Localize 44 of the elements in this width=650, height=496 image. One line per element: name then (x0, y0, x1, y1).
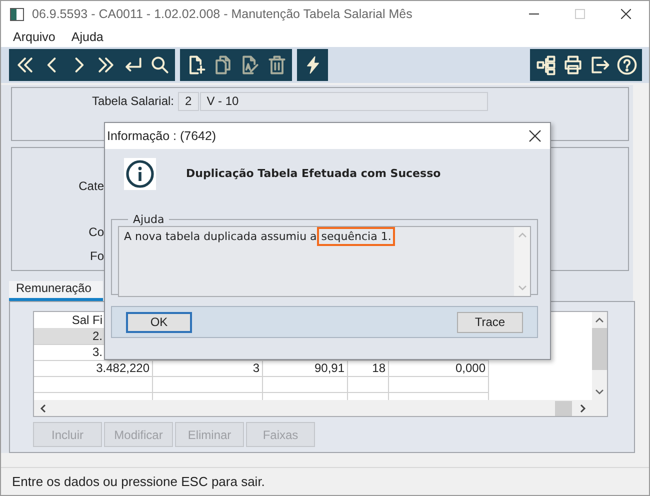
menu-item[interactable]: Arquivo (5, 30, 64, 44)
scrollbar-thumb[interactable] (555, 400, 572, 416)
table-cell: 3. (92, 345, 102, 359)
menu-item[interactable]: Ajuda (63, 30, 112, 44)
tab[interactable]: Remuneração (9, 281, 103, 301)
scroll-right-icon[interactable] (580, 404, 586, 412)
scroll-up-icon[interactable] (595, 317, 604, 323)
help-icon[interactable] (616, 54, 638, 76)
scroll-left-icon[interactable] (40, 404, 46, 412)
table-cell: 3.482,220 (96, 361, 150, 375)
scrollbar-thumb[interactable] (592, 328, 607, 370)
help-text: A nova tabela duplicada assumiu a (124, 230, 317, 243)
highlighted-text: sequência 1. (320, 230, 392, 243)
close-button[interactable] (621, 9, 631, 19)
field-label: Tabela Salarial: (90, 93, 175, 110)
field-label: Cate (78, 179, 104, 194)
field-label: Co (88, 225, 104, 240)
group-label: Ajuda (132, 213, 166, 226)
help-text-area[interactable]: A nova tabela duplicada assumiu a sequência 1. (118, 226, 531, 297)
status-text: Entre os dados ou pressione ESC para sair. (12, 474, 265, 489)
name-field[interactable]: V - 10 (200, 92, 488, 111)
code-field[interactable]: 2 (178, 92, 199, 111)
scroll-down-icon[interactable] (595, 389, 604, 395)
dialog-button[interactable]: OK (126, 312, 192, 332)
info-icon (124, 158, 156, 190)
dialog-title: Informação : (7642) (107, 129, 218, 143)
table-cell: 2. (92, 328, 102, 343)
app-icon (10, 8, 24, 20)
horizontal-scrollbar[interactable] (34, 400, 592, 416)
vertical-scrollbar[interactable] (592, 312, 607, 400)
print-icon[interactable] (562, 54, 584, 76)
close-icon[interactable] (529, 130, 541, 142)
field-label: Fo (90, 249, 104, 264)
table-cell: 0,000 (455, 361, 486, 375)
dialog-button[interactable]: Trace (457, 312, 523, 332)
table-cell: 18 (372, 361, 386, 375)
exit-icon[interactable] (588, 54, 610, 76)
window-title: 06.9.5593 - CA0011 - 1.02.02.008 - Manutenção Tabela Salarial Mês (32, 7, 414, 21)
search-icon[interactable] (148, 54, 170, 76)
column-header: Sal Fi (72, 313, 102, 327)
table-cell: 90,91 (314, 361, 344, 375)
table-cell: 3 (252, 361, 260, 375)
dialog-message: Duplicação Tabela Efetuada com Sucesso (186, 166, 441, 180)
tree-structure-icon[interactable] (534, 54, 556, 76)
